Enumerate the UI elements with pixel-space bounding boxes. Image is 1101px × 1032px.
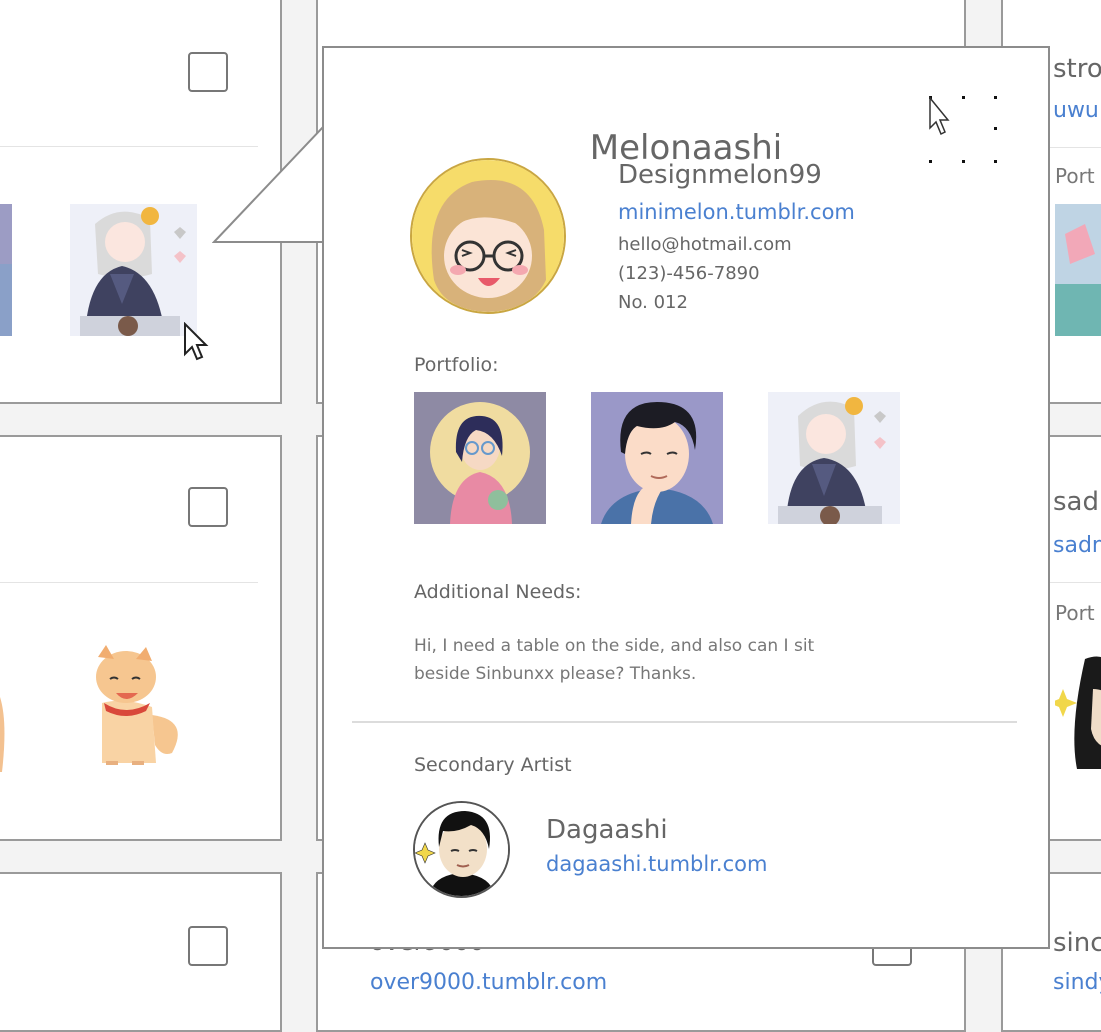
secondary-artist-name: Dagaashi (546, 815, 668, 845)
card-divider (0, 582, 258, 583)
card-divider (1049, 147, 1101, 148)
artist-card-left-2[interactable] (0, 435, 282, 841)
artist-website-link[interactable]: uwu (1053, 98, 1099, 123)
additional-needs-label: Additional Needs: (414, 581, 582, 603)
portfolio-image-1[interactable] (414, 392, 546, 524)
artist-card-left-3[interactable] (0, 872, 282, 1032)
popup-pointer (212, 120, 332, 250)
artist-website-link[interactable]: sindy (1053, 970, 1101, 995)
select-checkbox[interactable] (188, 926, 228, 966)
artist-name: sinc (1053, 928, 1101, 958)
portfolio-image-3[interactable] (768, 392, 900, 524)
artist-username: Designmelon99 (618, 160, 822, 190)
portfolio-thumbnail[interactable] (0, 662, 10, 772)
selection-cursor-icon (929, 95, 997, 163)
portfolio-thumbnail[interactable] (80, 645, 190, 770)
artist-website-link[interactable]: sadn (1053, 533, 1101, 558)
mouse-cursor-icon (184, 322, 209, 361)
artist-name: sad (1053, 487, 1099, 517)
secondary-artist-label: Secondary Artist (414, 754, 572, 776)
portfolio-thumbnail[interactable] (1055, 204, 1101, 336)
secondary-artist-avatar (413, 801, 510, 898)
select-checkbox[interactable] (188, 487, 228, 527)
additional-needs-line-1: Hi, I need a table on the side, and also… (414, 636, 815, 656)
portfolio-label: Portfolio: (414, 354, 499, 376)
artist-website-link[interactable]: minimelon.tumblr.com (618, 200, 855, 224)
artist-website-link[interactable]: over9000.tumblr.com (370, 970, 607, 995)
additional-needs-line-2: beside Sinbunxx please? Thanks. (414, 664, 697, 684)
artist-phone: (123)-456-7890 (618, 263, 760, 284)
portfolio-label: Port (1055, 164, 1095, 188)
card-divider (1049, 582, 1101, 583)
artist-email: hello@hotmail.com (618, 234, 792, 255)
portfolio-thumbnail[interactable] (1055, 649, 1101, 779)
portfolio-image-2[interactable] (591, 392, 723, 524)
artist-number: No. 012 (618, 292, 688, 313)
portfolio-thumbnail[interactable] (70, 204, 197, 336)
secondary-artist-website-link[interactable]: dagaashi.tumblr.com (546, 852, 767, 876)
artist-name: stro (1053, 54, 1101, 84)
popup-divider (352, 721, 1017, 723)
artist-avatar (410, 158, 566, 314)
select-checkbox[interactable] (188, 52, 228, 92)
portfolio-label: Port (1055, 601, 1095, 625)
portfolio-thumbnail[interactable] (0, 204, 12, 336)
